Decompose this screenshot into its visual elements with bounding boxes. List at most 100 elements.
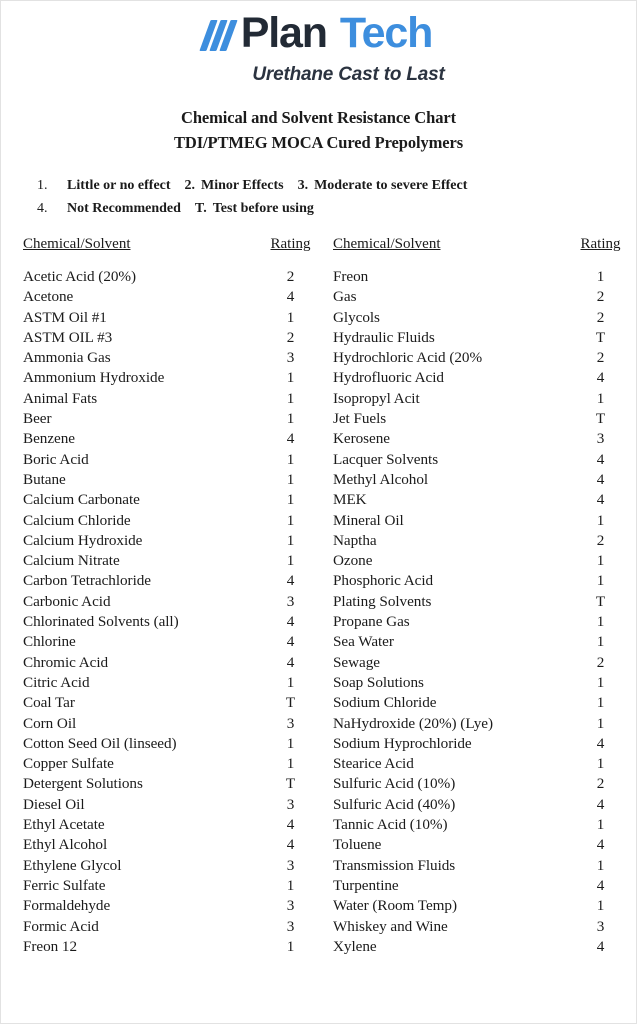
cell-rating-left: 1 (286, 552, 295, 570)
table-row: Cotton Seed Oil (linseed) 1 Sodium Hyproch… (23, 734, 618, 754)
cell-rating-left: 1 (286, 937, 295, 955)
table-row: Carbon Tetrachloride 4 Phosphoric Acid 1 (23, 571, 618, 591)
logo-word-plan: Plan (240, 9, 328, 57)
cell-chemical-left: Carbonic Acid (23, 592, 111, 610)
logo-wordmark: Plan Tech (1, 12, 636, 55)
table-row: Acetone 4 Gas 2 (23, 287, 618, 307)
cell-chemical-right: Hydraulic Fluids (333, 328, 435, 346)
cell-rating-left: 1 (286, 470, 295, 488)
cell-rating-right: 1 (596, 633, 605, 651)
cell-chemical-left: Cotton Seed Oil (linseed) (23, 734, 177, 752)
cell-rating-right: 4 (596, 369, 605, 387)
legend-label-1: Little or no effect (67, 178, 171, 193)
cell-chemical-left: Ferric Sulfate (23, 876, 106, 894)
table-row: Calcium Chloride 1 Mineral Oil 1 (23, 511, 618, 531)
cell-chemical-right: Xylene (333, 937, 377, 955)
cell-chemical-right: Lacquer Solvents (333, 450, 439, 468)
cell-chemical-left: Carbon Tetrachloride (23, 572, 151, 590)
cell-chemical-right: Stearice Acid (333, 755, 414, 773)
cell-chemical-left: Beer (23, 410, 52, 428)
cell-rating-right: 1 (596, 856, 605, 874)
table-row: Boric Acid 1 Lacquer Solvents 4 (23, 450, 618, 470)
cell-chemical-left: Ammonia Gas (23, 349, 111, 367)
cell-rating-left: 3 (286, 897, 295, 915)
cell-chemical-left: Boric Acid (23, 450, 89, 468)
table-row: Corn Oil 3 NaHydroxide (20%) (Lye) 1 (23, 714, 618, 734)
table-row: Ethylene Glycol 3 Transmission Fluids 1 (23, 856, 618, 876)
cell-rating-right: 4 (596, 450, 605, 468)
cell-chemical-left: Ethylene Glycol (23, 856, 122, 874)
cell-rating-right: 2 (596, 288, 605, 306)
cell-rating-left: 1 (286, 491, 295, 509)
cell-rating-left: 1 (286, 531, 295, 549)
cell-rating-left: 4 (286, 572, 295, 590)
cell-chemical-left: Chlorinated Solvents (all) (23, 613, 179, 631)
brand-tagline: Urethane Cast to Last (252, 64, 445, 85)
legend-key-5: T. (194, 201, 207, 216)
legend-key-3: 3. (297, 178, 309, 193)
table-row: Ferric Sulfate 1 Turpentine 4 (23, 876, 618, 896)
cell-chemical-right: Transmission Fluids (333, 856, 456, 874)
cell-rating-right: T (595, 410, 606, 428)
cell-rating-right: 2 (596, 531, 605, 549)
table-row: Chlorinated Solvents (all) 4 Propane Gas 1 (23, 612, 618, 632)
table-row: Calcium Carbonate 1 MEK 4 (23, 490, 618, 510)
cell-rating-right: 1 (596, 389, 605, 407)
cell-chemical-left: Diesel Oil (23, 795, 85, 813)
legend-entry-3: 3. Moderate to severe Effect (298, 178, 468, 194)
table-row: Formic Acid 3 Whiskey and Wine 3 (23, 917, 618, 937)
cell-rating-right: 1 (596, 511, 605, 529)
page-subtitle: TDI/PTMEG MOCA Cured Prepolymers (173, 133, 464, 152)
cell-rating-left: 3 (286, 856, 295, 874)
cell-chemical-left: Calcium Chloride (23, 511, 131, 529)
legend-key-2: 2. (184, 178, 196, 193)
cell-rating-right: 3 (596, 430, 605, 448)
column-header-rating-left: Rating (270, 236, 311, 252)
cell-chemical-left: Benzene (23, 430, 75, 448)
cell-chemical-right: Methyl Alcohol (333, 470, 429, 488)
cell-rating-left: 4 (286, 836, 295, 854)
table-row: Coal Tar T Sodium Chloride 1 (23, 693, 618, 713)
table-row: Calcium Hydroxide 1 Naptha 2 (23, 531, 618, 551)
cell-chemical-right: Kerosene (333, 430, 390, 448)
cell-chemical-right: Hydrofluoric Acid (333, 369, 444, 387)
legend-row-1: 1. Little or no effect 2. Minor Effects 3… (37, 178, 636, 194)
document-page: Plan Tech Urethane Cast to Last Chemical… (0, 0, 637, 1024)
cell-rating-left: 1 (286, 673, 295, 691)
cell-rating-left: 3 (286, 917, 295, 935)
cell-chemical-left: Animal Fats (23, 389, 98, 407)
cell-rating-left: 4 (286, 288, 295, 306)
cell-rating-left: 4 (286, 430, 295, 448)
cell-rating-right: 2 (596, 349, 605, 367)
cell-chemical-right: Toluene (333, 836, 382, 854)
cell-chemical-right: Freon (333, 268, 369, 285)
rating-legend: 1. Little or no effect 2. Minor Effects 3… (1, 178, 636, 217)
legend-entry-5: T. Test before using (195, 201, 314, 217)
cell-rating-left: 1 (286, 734, 295, 752)
table-row: Acetic Acid (20%) 2 Freon 1 (23, 267, 618, 287)
cell-chemical-right: MEK (333, 491, 367, 509)
table-row: ASTM OIL #3 2 Hydraulic Fluids T (23, 328, 618, 348)
cell-rating-right: 1 (596, 673, 605, 691)
cell-chemical-left: Ammonium Hydroxide (23, 369, 165, 387)
cell-chemical-right: Tannic Acid (10%) (333, 816, 448, 834)
cell-chemical-right: Sulfuric Acid (40%) (333, 795, 456, 813)
cell-rating-right: 2 (596, 653, 605, 671)
cell-rating-right: 1 (596, 714, 605, 732)
table-row: Copper Sulfate 1 Stearice Acid 1 (23, 754, 618, 774)
cell-rating-left: 1 (286, 369, 295, 387)
cell-rating-left: T (285, 775, 296, 793)
column-header-chemical-right: Chemical/Solvent (333, 236, 441, 252)
cell-chemical-left: Formic Acid (23, 917, 99, 935)
cell-rating-right: 1 (596, 572, 605, 590)
cell-rating-left: 3 (286, 349, 295, 367)
table-row: Benzene 4 Kerosene 3 (23, 429, 618, 449)
cell-rating-right: 4 (596, 876, 605, 894)
cell-rating-left: 4 (286, 653, 295, 671)
cell-chemical-left: Calcium Hydroxide (23, 531, 143, 549)
cell-chemical-left: Citric Acid (23, 673, 90, 691)
table-row: Detergent Solutions T Sulfuric Acid (10%) 2 (23, 774, 618, 794)
table-row: Diesel Oil 3 Sulfuric Acid (40%) 4 (23, 795, 618, 815)
table-row: Animal Fats 1 Isopropyl Acit 1 (23, 389, 618, 409)
cell-rating-right: 2 (596, 775, 605, 793)
